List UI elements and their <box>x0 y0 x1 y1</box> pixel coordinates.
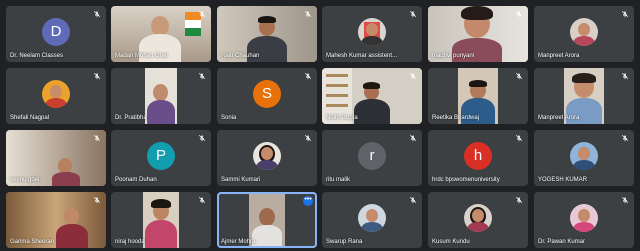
mic-off-icon <box>198 196 206 204</box>
participant-name: Poonam Duhan <box>115 177 157 183</box>
participant-tile[interactable]: h hrdc bpswomenuniversity <box>428 130 528 186</box>
mic-off-icon <box>93 196 101 204</box>
participant-name: Sammi Kumari <box>221 177 261 183</box>
avatar <box>253 142 281 170</box>
participant-tile-active[interactable]: ••• Ajmer Mohra <box>217 192 317 248</box>
mic-off-icon <box>198 134 206 142</box>
participant-name: YOGESH KUMAR <box>538 177 588 183</box>
participant-name: Ajmer Mohra <box>221 239 256 245</box>
mic-off-icon <box>304 10 312 18</box>
participant-tile[interactable]: Manpreet Arora <box>534 6 634 62</box>
mic-off-icon <box>515 196 523 204</box>
participant-tile[interactable]: Madan Mohan Goel <box>111 6 211 62</box>
participant-tile[interactable]: D Dr. Neelam Classes <box>6 6 106 62</box>
participant-tile[interactable]: Kusum Kundu <box>428 192 528 248</box>
participant-name: Mahesh Kumar assistent... <box>326 53 398 59</box>
mic-off-icon <box>304 72 312 80</box>
mic-off-icon <box>93 72 101 80</box>
participant-tile[interactable]: niraj hooda <box>111 192 211 248</box>
avatar: S <box>253 80 281 108</box>
participant-name: Reetika Bhardwaj <box>432 115 480 121</box>
participant-tile[interactable]: Reetika Bhardwaj <box>428 68 528 124</box>
participant-name: Dr. Neelam Classes <box>10 53 64 59</box>
participant-tile[interactable]: Mahesh Kumar assistent... <box>322 6 422 62</box>
participant-name: Shefali Nagpal <box>10 115 50 121</box>
participant-name: Madan Mohan Goel <box>115 53 168 59</box>
participant-tile[interactable]: madhvi punyani <box>428 6 528 62</box>
mic-off-icon <box>621 10 629 18</box>
participant-name: Nidhi Gupta <box>326 115 358 121</box>
participant-tile[interactable]: Dr. Pratibha <box>111 68 211 124</box>
participant-tile[interactable]: Shefali Nagpal <box>6 68 106 124</box>
participant-name: Dr. Pawan Kumar <box>538 239 586 245</box>
participant-grid: D Dr. Neelam Classes Madan Mohan Goel Ra… <box>0 0 640 251</box>
more-options-icon[interactable]: ••• <box>303 196 313 206</box>
participant-name: Kusum Kundu <box>432 239 470 245</box>
mic-off-icon <box>621 72 629 80</box>
mic-off-icon <box>198 10 206 18</box>
participant-name: ritu malik <box>326 177 351 183</box>
mic-off-icon <box>198 72 206 80</box>
mic-off-icon <box>93 134 101 142</box>
mic-off-icon <box>621 134 629 142</box>
mic-off-icon <box>304 134 312 142</box>
participant-name: Sonia <box>221 115 237 121</box>
avatar <box>570 142 598 170</box>
participant-tile[interactable]: Dr. Pawan Kumar <box>534 192 634 248</box>
participant-name: hrdc bpswomenuniversity <box>432 177 500 183</box>
avatar <box>570 204 598 232</box>
participant-name: Manpreet Arora <box>538 115 580 121</box>
mic-off-icon <box>515 10 523 18</box>
mic-off-icon <box>515 134 523 142</box>
participant-tile[interactable]: Raju Chauhan <box>217 6 317 62</box>
participant-tile[interactable]: Manpreet Arora <box>534 68 634 124</box>
participant-tile[interactable]: Swarup Rana <box>322 192 422 248</box>
avatar <box>358 204 386 232</box>
participant-tile[interactable]: P Poonam Duhan <box>111 130 211 186</box>
participant-name: niraj hooda <box>115 239 145 245</box>
participant-tile[interactable]: veenu goel <box>6 130 106 186</box>
participant-tile[interactable]: S Sonia <box>217 68 317 124</box>
participant-tile[interactable]: Garima Sheoran <box>6 192 106 248</box>
mic-off-icon <box>409 134 417 142</box>
avatar: P <box>147 142 175 170</box>
mic-off-icon <box>621 196 629 204</box>
avatar: r <box>358 142 386 170</box>
participant-name: veenu goel <box>10 177 40 183</box>
participant-name: madhvi punyani <box>432 53 475 59</box>
participant-name: Raju Chauhan <box>221 53 260 59</box>
participant-tile[interactable]: r ritu malik <box>322 130 422 186</box>
avatar <box>570 18 598 46</box>
participant-name: Manpreet Arora <box>538 53 580 59</box>
mic-off-icon <box>409 72 417 80</box>
mic-off-icon <box>409 10 417 18</box>
participant-tile[interactable]: Nidhi Gupta <box>322 68 422 124</box>
avatar: h <box>464 142 492 170</box>
participant-tile[interactable]: YOGESH KUMAR <box>534 130 634 186</box>
participant-name: Garima Sheoran <box>10 239 55 245</box>
avatar <box>42 80 70 108</box>
avatar <box>358 18 386 46</box>
mic-off-icon <box>515 72 523 80</box>
participant-name: Swarup Rana <box>326 239 363 245</box>
participant-name: Dr. Pratibha <box>115 115 147 121</box>
avatar <box>464 204 492 232</box>
participant-tile[interactable]: Sammi Kumari <box>217 130 317 186</box>
mic-off-icon <box>409 196 417 204</box>
mic-off-icon <box>93 10 101 18</box>
avatar: D <box>42 18 70 46</box>
